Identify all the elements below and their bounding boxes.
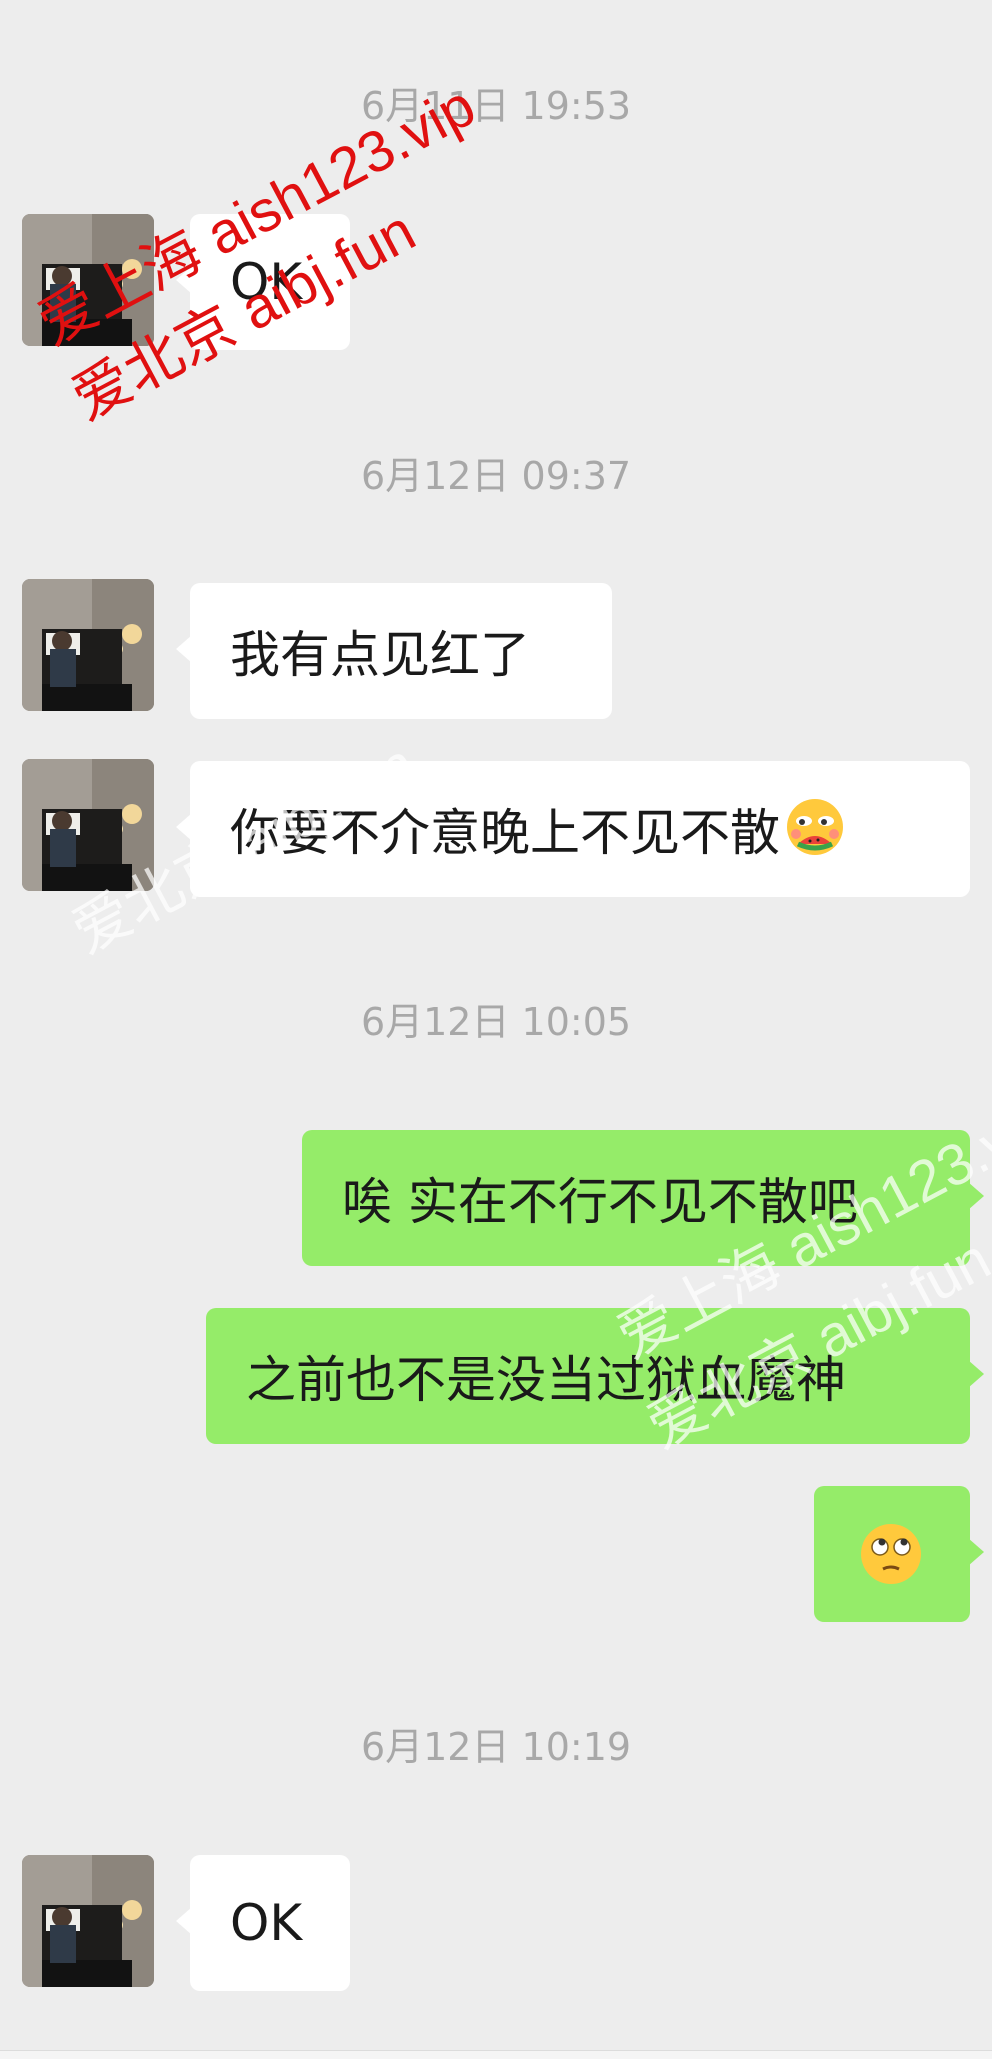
eye-roll-emoji [856, 1519, 926, 1589]
message-text: 唉 实在不行不见不散吧 [342, 1173, 858, 1231]
watermelon-face-emoji [780, 794, 850, 864]
timestamp: 6月12日 10:05 [360, 1000, 632, 1044]
avatar-photo [22, 1855, 154, 1987]
timestamp: 6月12日 10:19 [360, 1725, 632, 1769]
outgoing-message-bubble[interactable]: 之前也不是没当过狱血魔神 [206, 1308, 984, 1444]
incoming-message-bubble[interactable]: OK [176, 1855, 350, 1991]
contact-avatar[interactable] [22, 759, 154, 891]
message-text: 之前也不是没当过狱血魔神 [246, 1351, 846, 1409]
avatar-photo [22, 759, 154, 891]
outgoing-message-bubble[interactable]: 唉 实在不行不见不散吧 [302, 1130, 984, 1266]
timestamp: 6月12日 09:37 [360, 454, 632, 498]
timestamp: 6月11日 19:53 [360, 84, 632, 128]
avatar-photo [22, 579, 154, 711]
incoming-message-bubble[interactable]: 你要不介意晚上不见不散 [176, 761, 970, 897]
contact-avatar[interactable] [22, 579, 154, 711]
message-text: OK [230, 1894, 303, 1952]
incoming-message-bubble[interactable]: 我有点见红了 [176, 583, 612, 719]
outgoing-message-bubble[interactable] [814, 1486, 984, 1622]
contact-avatar[interactable] [22, 1855, 154, 1987]
message-text: 你要不介意晚上不见不散 [230, 804, 780, 862]
message-text: 我有点见红了 [230, 626, 530, 684]
